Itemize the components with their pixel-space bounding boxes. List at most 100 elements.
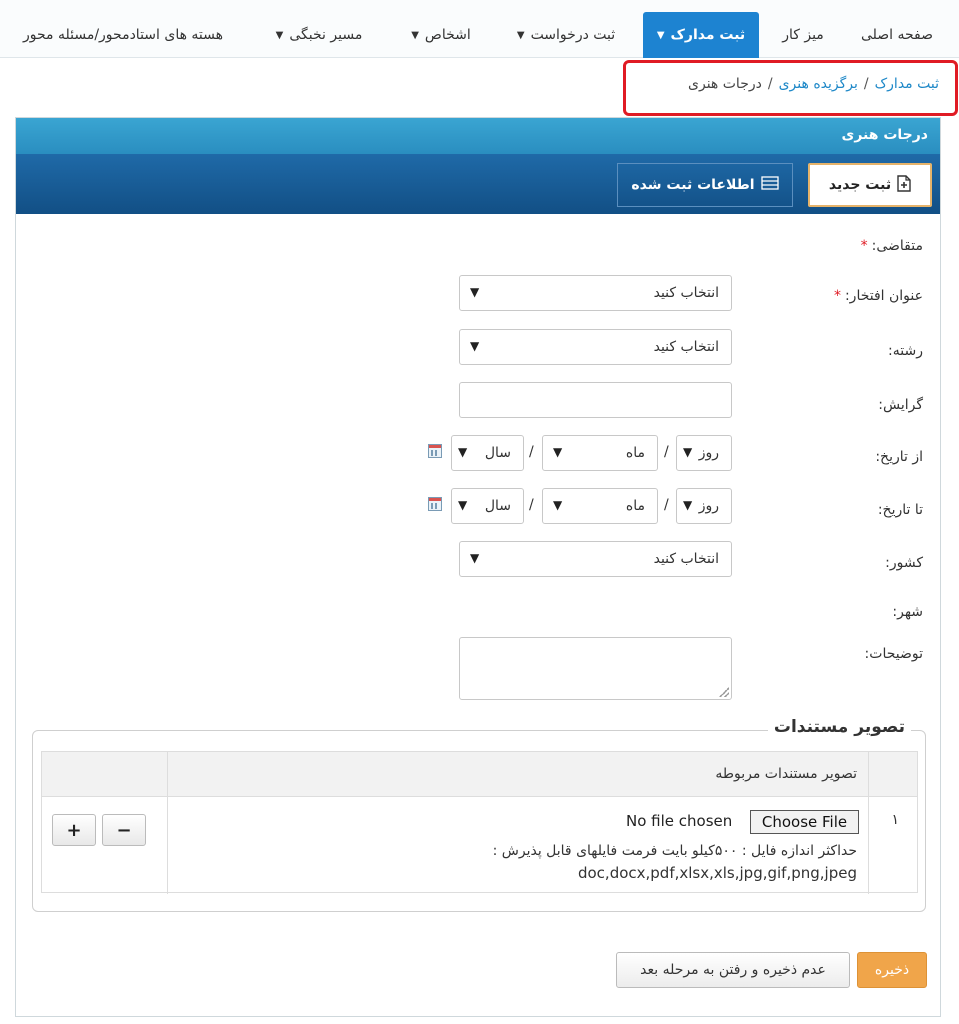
file-help-text: حداکثر اندازه فایل : ۵۰۰کیلو بایت فرمت ف… xyxy=(417,840,857,884)
nav-persons-label: اشخاص xyxy=(424,27,471,43)
nav-professor-cores-label: هسته های استادمحور/مسئله محور xyxy=(22,27,224,43)
nav-desk[interactable]: میز کار xyxy=(771,12,835,58)
field-value: انتخاب کنید xyxy=(653,339,719,355)
registered-info-label: اطلاعات ثبت شده xyxy=(631,177,755,193)
to-day-value: روز xyxy=(698,498,719,514)
new-document-icon xyxy=(897,174,911,196)
calendar-icon[interactable] xyxy=(428,444,442,458)
to-day-select[interactable]: روز ▼ xyxy=(676,488,732,524)
nav-home[interactable]: صفحه اصلی xyxy=(849,12,945,58)
honor-title-value: انتخاب کنید xyxy=(653,285,719,301)
plus-icon: + xyxy=(66,819,82,841)
required-mark: * xyxy=(833,288,841,304)
chevron-down-icon: ▼ xyxy=(553,498,563,512)
date-separator: / xyxy=(529,444,534,460)
nav-home-label: صفحه اصلی xyxy=(860,27,934,43)
applicant-label: متقاضی:* xyxy=(861,238,923,254)
documents-legend: تصویر مستندات xyxy=(767,717,911,737)
chevron-down-icon: ▼ xyxy=(470,551,480,565)
date-separator: / xyxy=(664,444,669,460)
honor-title-label: عنوان افتخار:* xyxy=(834,288,923,304)
resize-handle-icon[interactable] xyxy=(719,687,729,697)
minus-icon: − xyxy=(116,819,132,841)
nav-register-documents-label: ثبت مدارک xyxy=(670,27,746,43)
save-button[interactable]: ذخیره xyxy=(857,952,927,988)
nav-register-request-label: ثبت درخواست xyxy=(530,27,616,43)
chevron-down-icon: ▼ xyxy=(683,498,693,512)
caret-down-icon: ▼ xyxy=(275,29,284,41)
caret-down-icon: ▼ xyxy=(411,29,419,41)
top-navigation: صفحه اصلی میز کار ثبت مدارک ▼ ثبت درخواس… xyxy=(0,0,959,58)
chevron-down-icon: ▼ xyxy=(470,339,480,353)
branch-input[interactable] xyxy=(459,382,732,418)
nav-elite-path[interactable]: مسیر نخبگی ▼ xyxy=(264,12,374,58)
field-select[interactable]: انتخاب کنید ▼ xyxy=(459,329,732,365)
nav-register-request[interactable]: ثبت درخواست ▼ xyxy=(503,12,629,58)
new-record-button[interactable]: ثبت جدید xyxy=(808,163,932,207)
column-divider xyxy=(868,752,869,894)
date-separator: / xyxy=(529,497,534,513)
column-divider xyxy=(167,752,168,894)
honor-title-select[interactable]: انتخاب کنید ▼ xyxy=(459,275,732,311)
breadcrumb: ثبت مدارک / برگزیده هنری / درجات هنری xyxy=(688,76,939,92)
from-day-select[interactable]: روز ▼ xyxy=(676,435,732,471)
chevron-down-icon: ▼ xyxy=(470,285,480,299)
list-icon xyxy=(760,176,779,194)
nav-desk-label: میز کار xyxy=(782,27,824,43)
row-number: ۱ xyxy=(891,812,899,828)
to-year-select[interactable]: سال ▼ xyxy=(451,488,524,524)
registered-info-button[interactable]: اطلاعات ثبت شده xyxy=(617,163,793,207)
breadcrumb-separator: / xyxy=(863,76,869,92)
panel-toolbar: ثبت جدید اطلاعات ثبت شده xyxy=(16,154,940,214)
country-select[interactable]: انتخاب کنید ▼ xyxy=(459,541,732,577)
documents-column-header: تصویر مستندات مربوطه xyxy=(715,766,857,782)
notes-label: توضیحات: xyxy=(864,646,923,662)
chevron-down-icon: ▼ xyxy=(683,445,693,459)
chevron-down-icon: ▼ xyxy=(458,445,468,459)
file-size-limit-text: حداکثر اندازه فایل : ۵۰۰کیلو بایت فرمت ف… xyxy=(492,843,857,859)
country-value: انتخاب کنید xyxy=(653,551,719,567)
chevron-down-icon: ▼ xyxy=(553,445,563,459)
add-row-button[interactable]: + xyxy=(52,814,96,846)
from-month-value: ماه xyxy=(625,445,645,461)
from-date-label: از تاریخ: xyxy=(875,449,923,465)
city-label: شهر: xyxy=(892,604,923,620)
from-month-select[interactable]: ماه ▼ xyxy=(542,435,658,471)
caret-down-icon: ▼ xyxy=(516,29,525,41)
from-year-value: سال xyxy=(484,445,511,461)
date-separator: / xyxy=(664,497,669,513)
artistic-degrees-panel: درجات هنری ثبت جدید اطلاعات ثبت شده متقا… xyxy=(15,117,941,1017)
calendar-icon[interactable] xyxy=(428,497,442,511)
branch-label: گرایش: xyxy=(878,397,923,413)
remove-row-button[interactable]: − xyxy=(102,814,146,846)
new-record-label: ثبت جدید xyxy=(828,177,892,193)
breadcrumb-current: درجات هنری xyxy=(688,76,762,92)
nav-persons[interactable]: اشخاص ▼ xyxy=(399,12,483,58)
from-day-value: روز xyxy=(698,445,719,461)
skip-to-next-step-button[interactable]: عدم ذخیره و رفتن به مرحله بعد xyxy=(616,952,850,988)
caret-down-icon: ▼ xyxy=(656,29,665,41)
chevron-down-icon: ▼ xyxy=(458,498,468,512)
no-file-chosen-text: No file chosen xyxy=(626,812,733,830)
breadcrumb-artistic-awards[interactable]: برگزیده هنری xyxy=(779,76,858,92)
country-label: کشور: xyxy=(885,555,923,571)
documents-fieldset: تصویر مستندات تصویر مستندات مربوطه ۱ Cho… xyxy=(32,717,926,912)
field-label: رشته: xyxy=(888,343,923,359)
from-year-select[interactable]: سال ▼ xyxy=(451,435,524,471)
breadcrumb-register-documents[interactable]: ثبت مدارک xyxy=(875,76,939,92)
applicant-label-text: متقاضی: xyxy=(871,238,923,254)
nav-elite-path-label: مسیر نخبگی xyxy=(289,27,363,43)
honor-title-label-text: عنوان افتخار: xyxy=(844,288,923,304)
to-month-value: ماه xyxy=(625,498,645,514)
breadcrumb-separator: / xyxy=(767,76,773,92)
nav-professor-cores[interactable]: هسته های استادمحور/مسئله محور xyxy=(5,12,241,58)
choose-file-button[interactable]: Choose File xyxy=(750,810,859,834)
file-types-text: doc,docx,pdf,xlsx,xls,jpg,gif,png,jpeg xyxy=(577,864,857,882)
nav-register-documents[interactable]: ثبت مدارک ▼ xyxy=(643,12,759,58)
required-mark: * xyxy=(860,238,868,254)
notes-textarea[interactable] xyxy=(459,637,732,700)
documents-table: تصویر مستندات مربوطه ۱ Choose File No fi… xyxy=(41,751,918,894)
panel-title: درجات هنری xyxy=(16,118,940,154)
to-year-value: سال xyxy=(484,498,511,514)
to-month-select[interactable]: ماه ▼ xyxy=(542,488,658,524)
